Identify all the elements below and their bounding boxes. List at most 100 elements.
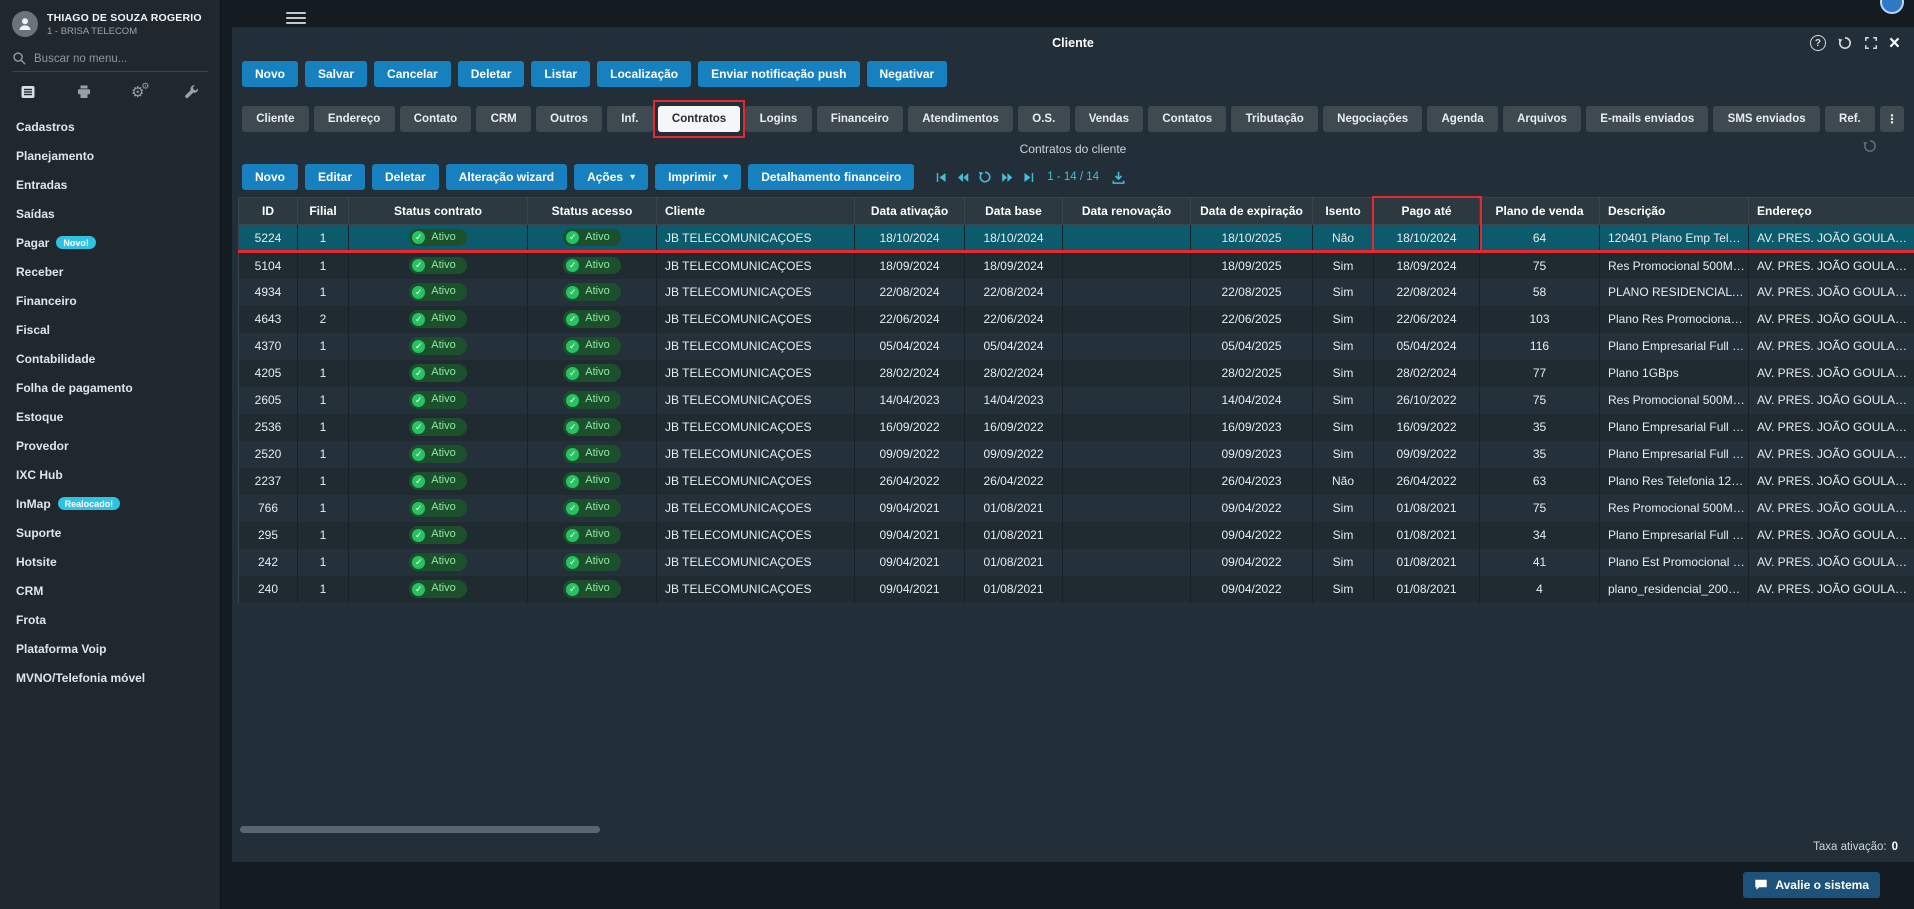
sidebar-item-suporte[interactable]: Suporte bbox=[0, 518, 220, 547]
sidebar-item-planejamento[interactable]: Planejamento bbox=[0, 141, 220, 170]
hamburger-menu-icon[interactable] bbox=[286, 9, 306, 27]
toolbar-button-novo[interactable]: Novo bbox=[242, 61, 298, 87]
more-tabs-button[interactable]: ⋮ bbox=[1880, 106, 1904, 132]
grid-button-deletar[interactable]: Deletar bbox=[372, 164, 439, 190]
column-header-pago-ate[interactable]: Pago até bbox=[1374, 198, 1480, 225]
feedback-button[interactable]: Avalie o sistema bbox=[1743, 872, 1880, 898]
sidebar-item-financeiro[interactable]: Financeiro bbox=[0, 286, 220, 315]
printer-icon[interactable] bbox=[76, 84, 92, 100]
column-header-filial[interactable]: Filial bbox=[298, 198, 349, 225]
table-row[interactable]: 2401✓Ativo✓AtivoJB TELECOMUNICAÇOES09/04… bbox=[239, 576, 1914, 603]
notification-avatar[interactable] bbox=[1880, 0, 1904, 14]
close-icon[interactable]: × bbox=[1889, 34, 1900, 53]
sidebar-item-pagar[interactable]: PagarNovo! bbox=[0, 228, 220, 257]
toolbar-button-enviar-notificacao-push[interactable]: Enviar notificação push bbox=[698, 61, 859, 87]
sidebar-item-folha-de-pagamento[interactable]: Folha de pagamento bbox=[0, 373, 220, 402]
table-row[interactable]: 2951✓Ativo✓AtivoJB TELECOMUNICAÇOES09/04… bbox=[239, 522, 1914, 549]
pagination-last-button[interactable] bbox=[1022, 171, 1035, 184]
column-header-plano-de-venda[interactable]: Plano de venda bbox=[1480, 198, 1600, 225]
toolbar-button-localizacao[interactable]: Localização bbox=[597, 61, 691, 87]
user-menu[interactable]: THIAGO DE SOUZA ROGERIO 1 - BRISA TELECO… bbox=[0, 0, 220, 45]
grid-button-acoes[interactable]: Ações▾ bbox=[574, 164, 648, 190]
sidebar-item-receber[interactable]: Receber bbox=[0, 257, 220, 286]
tab-outros[interactable]: Outros bbox=[536, 106, 602, 132]
tab-financeiro[interactable]: Financeiro bbox=[817, 106, 904, 132]
help-icon[interactable]: ? bbox=[1810, 35, 1826, 51]
column-header-isento[interactable]: Isento bbox=[1313, 198, 1374, 225]
tab-endereco[interactable]: Endereço bbox=[314, 106, 395, 132]
sidebar-item-cadastros[interactable]: Cadastros bbox=[0, 112, 220, 141]
table-row[interactable]: 26051✓Ativo✓AtivoJB TELECOMUNICAÇOES14/0… bbox=[239, 387, 1914, 414]
grid-button-novo[interactable]: Novo bbox=[242, 164, 298, 190]
sidebar-item-inmap[interactable]: InMapRealocado! bbox=[0, 489, 220, 518]
sidebar-item-entradas[interactable]: Entradas bbox=[0, 170, 220, 199]
sidebar-item-plataforma-voip[interactable]: Plataforma Voip bbox=[0, 634, 220, 663]
pagination-next-button[interactable] bbox=[1000, 171, 1014, 184]
tab-atendimentos[interactable]: Atendimentos bbox=[908, 106, 1013, 132]
table-row[interactable]: 46432✓Ativo✓AtivoJB TELECOMUNICAÇOES22/0… bbox=[239, 306, 1914, 333]
pagination-first-button[interactable] bbox=[935, 171, 948, 184]
grid-button-detalhamento-financeiro[interactable]: Detalhamento financeiro bbox=[748, 164, 914, 190]
tab-contratos[interactable]: Contratos bbox=[658, 106, 741, 132]
table-row[interactable]: 42051✓Ativo✓AtivoJB TELECOMUNICAÇOES28/0… bbox=[239, 360, 1914, 387]
column-header-endereco[interactable]: Endereço bbox=[1749, 198, 1914, 225]
tab-contato[interactable]: Contato bbox=[400, 106, 472, 132]
toolbar-button-deletar[interactable]: Deletar bbox=[458, 61, 525, 87]
column-header-data-renovacao[interactable]: Data renovação bbox=[1063, 198, 1191, 225]
horizontal-scrollbar-thumb[interactable] bbox=[240, 826, 600, 833]
sidebar-item-crm[interactable]: CRM bbox=[0, 576, 220, 605]
settings-gears-icon[interactable]: ⚙⚙ bbox=[131, 85, 144, 100]
tab-contatos[interactable]: Contatos bbox=[1148, 106, 1226, 132]
sidebar-item-frota[interactable]: Frota bbox=[0, 605, 220, 634]
tab-logins[interactable]: Logins bbox=[745, 106, 811, 132]
sidebar-item-ixc-hub[interactable]: IXC Hub bbox=[0, 460, 220, 489]
tab-o-s[interactable]: O.S. bbox=[1018, 106, 1069, 132]
column-header-status-contrato[interactable]: Status contrato bbox=[349, 198, 528, 225]
sidebar-item-saidas[interactable]: Saídas bbox=[0, 199, 220, 228]
toolbar-button-salvar[interactable]: Salvar bbox=[305, 61, 367, 87]
table-row[interactable]: 52241✓Ativo✓AtivoJB TELECOMUNICAÇOES18/1… bbox=[239, 225, 1914, 252]
sidebar-item-hotsite[interactable]: Hotsite bbox=[0, 547, 220, 576]
table-row[interactable]: 49341✓Ativo✓AtivoJB TELECOMUNICAÇOES22/0… bbox=[239, 279, 1914, 306]
wrench-icon[interactable] bbox=[184, 84, 200, 100]
tab-vendas[interactable]: Vendas bbox=[1075, 106, 1144, 132]
table-row[interactable]: 43701✓Ativo✓AtivoJB TELECOMUNICAÇOES05/0… bbox=[239, 333, 1914, 360]
table-row[interactable]: 22371✓Ativo✓AtivoJB TELECOMUNICAÇOES26/0… bbox=[239, 468, 1914, 495]
tab-negociacoes[interactable]: Negociações bbox=[1323, 106, 1422, 132]
column-header-data-base[interactable]: Data base bbox=[965, 198, 1063, 225]
tab-cliente[interactable]: Cliente bbox=[242, 106, 309, 132]
grid-button-alteracao-wizard[interactable]: Alteração wizard bbox=[446, 164, 567, 190]
refresh-icon[interactable] bbox=[978, 170, 992, 184]
sidebar-item-mvno-telefonia-movel[interactable]: MVNO/Telefonia móvel bbox=[0, 663, 220, 692]
sidebar-item-estoque[interactable]: Estoque bbox=[0, 402, 220, 431]
table-row[interactable]: 25361✓Ativo✓AtivoJB TELECOMUNICAÇOES16/0… bbox=[239, 414, 1914, 441]
column-header-data-de-expiracao[interactable]: Data de expiração bbox=[1191, 198, 1313, 225]
grid-history-icon[interactable] bbox=[1862, 138, 1878, 154]
toolbar-button-negativar[interactable]: Negativar bbox=[867, 61, 948, 87]
table-row[interactable]: 7661✓Ativo✓AtivoJB TELECOMUNICAÇOES09/04… bbox=[239, 495, 1914, 522]
tab-tributacao[interactable]: Tributação bbox=[1231, 106, 1318, 132]
table-row[interactable]: 25201✓Ativo✓AtivoJB TELECOMUNICAÇOES09/0… bbox=[239, 441, 1914, 468]
sidebar-item-provedor[interactable]: Provedor bbox=[0, 431, 220, 460]
tab-inf[interactable]: Inf. bbox=[607, 106, 653, 132]
column-header-descricao[interactable]: Descrição bbox=[1600, 198, 1749, 225]
sidebar-item-contabilidade[interactable]: Contabilidade bbox=[0, 344, 220, 373]
menu-search-input[interactable] bbox=[34, 53, 184, 65]
history-icon[interactable] bbox=[1837, 35, 1853, 51]
tab-crm[interactable]: CRM bbox=[476, 106, 531, 132]
fullscreen-icon[interactable] bbox=[1864, 36, 1878, 50]
download-icon[interactable] bbox=[1111, 170, 1126, 185]
column-header-data-ativacao[interactable]: Data ativação bbox=[855, 198, 965, 225]
toolbar-button-listar[interactable]: Listar bbox=[531, 61, 590, 87]
grid-button-imprimir[interactable]: Imprimir▾ bbox=[655, 164, 741, 190]
tab-agenda[interactable]: Agenda bbox=[1427, 106, 1498, 132]
pagination-prev-button[interactable] bbox=[956, 171, 970, 184]
tab-arquivos[interactable]: Arquivos bbox=[1503, 106, 1581, 132]
column-header-cliente[interactable]: Cliente bbox=[657, 198, 855, 225]
modules-list-icon[interactable] bbox=[20, 84, 36, 100]
table-row[interactable]: 51041✓Ativo✓AtivoJB TELECOMUNICAÇOES18/0… bbox=[239, 252, 1914, 279]
tab-sms-enviados[interactable]: SMS enviados bbox=[1713, 106, 1819, 132]
sidebar-item-fiscal[interactable]: Fiscal bbox=[0, 315, 220, 344]
toolbar-button-cancelar[interactable]: Cancelar bbox=[374, 61, 451, 87]
tab-e-mails-enviados[interactable]: E-mails enviados bbox=[1586, 106, 1708, 132]
